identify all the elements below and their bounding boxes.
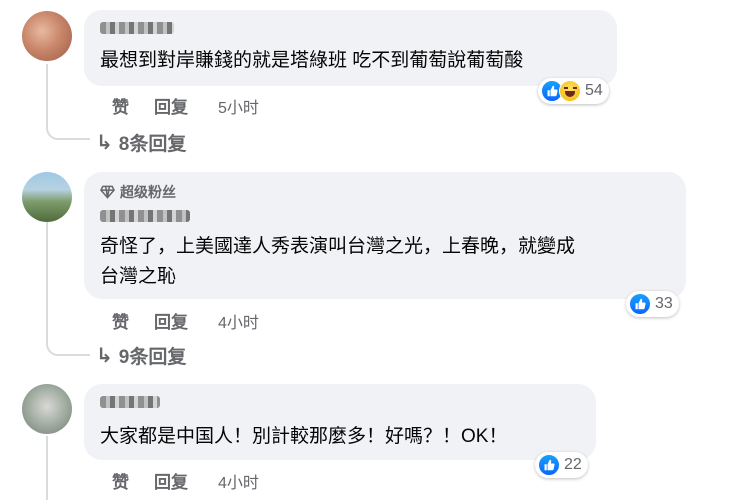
- haha-icon: [559, 80, 581, 102]
- reaction-summary[interactable]: 54: [538, 78, 609, 104]
- like-button[interactable]: 赞: [112, 468, 129, 493]
- like-icon: [538, 454, 560, 476]
- reply-button[interactable]: 回复: [154, 468, 188, 493]
- comment-bubble: 最想到對岸賺錢的就是塔綠班 吃不到葡萄說葡萄酸: [84, 10, 617, 86]
- reaction-count: 54: [585, 82, 603, 99]
- comment-bubble: 大家都是中国人！別計較那麼多！好嗎？！OK！: [84, 384, 596, 460]
- commenter-name[interactable]: [100, 210, 190, 222]
- reaction-summary[interactable]: 22: [535, 452, 588, 478]
- reply-arrow-icon: ↳: [96, 132, 113, 154]
- reaction-count: 22: [564, 456, 582, 473]
- thread-curve: [46, 118, 90, 140]
- like-button[interactable]: 赞: [112, 93, 129, 118]
- avatar[interactable]: [22, 11, 72, 61]
- thread-curve: [46, 334, 90, 356]
- reaction-summary[interactable]: 33: [626, 291, 679, 317]
- avatar[interactable]: [22, 172, 72, 222]
- commenter-name[interactable]: [100, 22, 174, 34]
- top-fan-badge: 超级粉丝: [100, 182, 176, 202]
- timestamp[interactable]: 5小时: [218, 94, 259, 118]
- replies-label: 8条回复: [118, 134, 187, 155]
- comment-bubble: 超级粉丝 奇怪了，上美國達人秀表演叫台灣之光，上春晚，就變成 台灣之恥: [84, 172, 686, 299]
- comment-text: 大家都是中国人！別計較那麼多！好嗎？！OK！: [100, 426, 508, 447]
- reply-button[interactable]: 回复: [154, 308, 188, 333]
- thread-line: [46, 64, 48, 126]
- thread-line: [46, 222, 48, 340]
- comment-text: 奇怪了，上美國達人秀表演叫台灣之光，上春晚，就變成 台灣之恥: [100, 236, 576, 287]
- view-replies-button[interactable]: ↳ 9条回复: [96, 342, 186, 369]
- like-button[interactable]: 赞: [112, 308, 129, 333]
- commenter-name[interactable]: [100, 396, 160, 408]
- comment-text: 最想到對岸賺錢的就是塔綠班 吃不到葡萄說葡萄酸: [100, 50, 524, 71]
- badge-label: 超级粉丝: [120, 184, 176, 200]
- like-icon: [629, 293, 651, 315]
- reply-arrow-icon: ↳: [96, 345, 113, 367]
- reaction-count: 33: [655, 295, 673, 312]
- replies-label: 9条回复: [118, 347, 187, 368]
- avatar[interactable]: [22, 384, 72, 434]
- diamond-icon: [100, 185, 115, 199]
- view-replies-button[interactable]: ↳ 8条回复: [96, 129, 186, 156]
- timestamp[interactable]: 4小时: [218, 309, 259, 333]
- timestamp[interactable]: 4小时: [218, 469, 259, 493]
- reply-button[interactable]: 回复: [154, 93, 188, 118]
- thread-line: [46, 436, 48, 500]
